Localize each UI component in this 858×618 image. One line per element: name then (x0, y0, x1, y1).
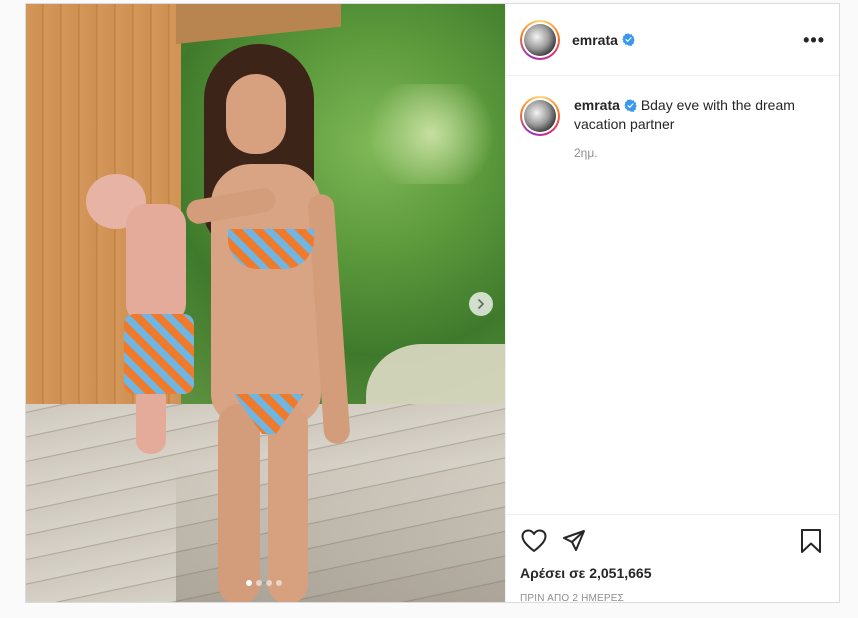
paper-plane-icon (563, 530, 585, 551)
action-bar (520, 523, 825, 559)
comments-section: emrata Bday eve with the dream vacation … (506, 76, 839, 514)
avatar[interactable] (520, 19, 560, 60)
post-photo[interactable] (26, 4, 505, 602)
avatar-frame (522, 21, 558, 58)
post-card: emrata ••• emrata Bday eve with the drea (25, 3, 840, 604)
caption: emrata Bday eve with the dream vacation … (520, 96, 825, 163)
baby-leg (136, 384, 166, 454)
baby-shorts (124, 314, 194, 394)
carousel-dots (246, 580, 282, 586)
face (226, 74, 286, 154)
leg-left (218, 404, 260, 602)
bikini-top (228, 229, 314, 269)
caption-avatar[interactable] (520, 96, 560, 136)
bookmark-icon (801, 529, 821, 553)
save-button[interactable] (797, 527, 825, 555)
post-header: emrata ••• (506, 4, 839, 76)
post-side-panel: emrata ••• emrata Bday eve with the drea (505, 4, 839, 604)
more-options-button[interactable]: ••• (803, 31, 825, 49)
caption-body: emrata Bday eve with the dream vacation … (574, 96, 814, 163)
baby-body (126, 204, 186, 324)
carousel-next-button[interactable] (469, 292, 493, 316)
header-username[interactable]: emrata (572, 32, 618, 48)
verified-badge-icon (624, 99, 637, 112)
carousel-dot (256, 580, 262, 586)
share-button[interactable] (560, 527, 588, 555)
avatar-image (524, 100, 556, 132)
garden-light (356, 84, 505, 184)
post-timestamp[interactable]: ΠΡΙΝ ΑΠΟ 2 ΗΜΕΡΕΣ (520, 593, 825, 604)
caption-username[interactable]: emrata (574, 97, 620, 113)
like-button[interactable] (520, 527, 548, 555)
woman-figure (86, 44, 356, 602)
chevron-right-icon (478, 299, 484, 309)
avatar-frame (522, 98, 558, 134)
verified-badge-icon (622, 33, 635, 46)
carousel-dot (266, 580, 272, 586)
heart-icon (521, 529, 547, 552)
carousel-dot (246, 580, 252, 586)
avatar-image (524, 23, 556, 56)
likes-count[interactable]: Αρέσει σε 2,051,665 (520, 565, 825, 581)
carousel-dot (276, 580, 282, 586)
caption-time[interactable]: 2ημ. (574, 144, 814, 163)
post-actions-area: Αρέσει σε 2,051,665 ΠΡΙΝ ΑΠΟ 2 ΗΜΕΡΕΣ (506, 514, 839, 604)
